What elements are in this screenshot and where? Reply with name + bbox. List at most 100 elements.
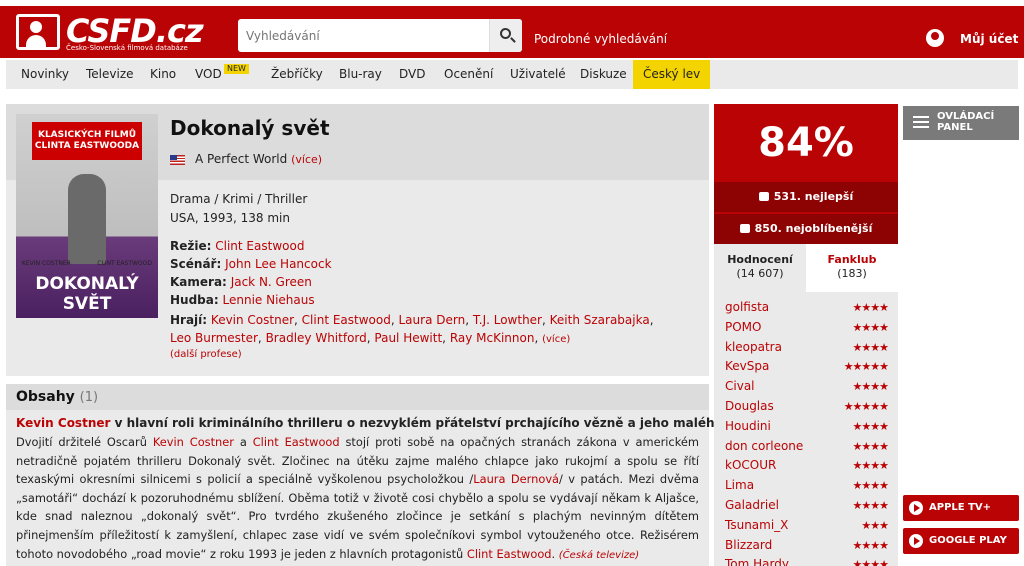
tab-ratings[interactable]: Hodnocení (14 607) [714, 244, 806, 292]
poster-banner: KLASICKÝCH FILMŮ CLINTA EASTWOODA [32, 122, 142, 160]
star-rating-icon: ★★★★ [852, 479, 889, 493]
screenwriter-link[interactable]: John Lee Hancock [225, 257, 331, 271]
nav-item-bluray[interactable]: Blu-ray [339, 60, 382, 89]
actors-line: Hrají: Kevin Costner, Clint Eastwood, La… [170, 313, 654, 345]
logo-subtitle: Česko-Slovenská filmová databáze [66, 44, 188, 52]
film-title: Dokonalý svět [170, 116, 330, 140]
tab-fanclub-count: (183) [837, 267, 867, 280]
google-play-label: GOOGLE PLAY [929, 535, 1007, 546]
actors-more-link[interactable]: (více) [542, 334, 570, 345]
plot-text-part: a [233, 435, 253, 449]
search-button[interactable] [489, 19, 522, 52]
nav-item-zebricky[interactable]: Žebříčky [271, 60, 323, 89]
user-rating-row: Tsunami_X ★★★ [714, 516, 898, 536]
thumbs-up-icon [739, 224, 750, 233]
plot-heading-text: Obsahy [16, 389, 75, 405]
user-rating-row: Douglas ★★★★★ [714, 397, 898, 417]
director-link[interactable]: Clint Eastwood [215, 239, 304, 253]
user-name-link[interactable]: KevSpa [725, 359, 769, 373]
tab-fanclub[interactable]: Fanklub (183) [806, 244, 898, 292]
rank-favorite-label: 850. nejoblíbenější [754, 222, 873, 235]
play-icon [909, 501, 923, 515]
alt-title-more-link[interactable]: (více) [291, 153, 322, 166]
cinematographer-link[interactable]: Jack N. Green [231, 275, 312, 289]
user-name-link[interactable]: golfista [725, 300, 769, 314]
user-name-link[interactable]: POMO [725, 320, 761, 334]
search-input[interactable] [238, 19, 488, 52]
user-name-link[interactable]: Cival [725, 379, 755, 393]
poster-title: DOKONALÝ SVĚT [35, 274, 139, 314]
nav-item-cesky-lev[interactable]: Český lev [633, 60, 711, 89]
user-rating-row: golfista ★★★★ [714, 298, 898, 318]
logo-icon [16, 14, 60, 50]
plot-person-link[interactable]: Clint Eastwood [253, 435, 340, 449]
nav-item-vod[interactable]: VOD [195, 60, 222, 89]
poster-actor-right: CLINT EASTWOOD [97, 260, 152, 267]
plot-heading: Obsahy (1) [16, 389, 98, 405]
rank-best-link[interactable]: 531. nejlepší [714, 182, 898, 212]
advanced-search-link[interactable]: Podrobné vyhledávání [534, 32, 667, 46]
star-rating-icon: ★★★ [861, 518, 889, 532]
film-info: KLASICKÝCH FILMŮ CLINTA EASTWOODA KEVIN … [6, 104, 709, 376]
plot-person-link[interactable]: Clint Eastwood [467, 547, 552, 561]
actor-link[interactable]: Kevin Costner [211, 313, 294, 327]
alt-title-text: A Perfect World [195, 152, 288, 166]
tab-ratings-count: (14 607) [736, 267, 784, 280]
actor-link[interactable]: Laura Dern [399, 313, 466, 327]
user-name-link[interactable]: kleopatra [725, 340, 782, 354]
screenplay-line: Scénář: John Lee Hancock [170, 257, 332, 271]
star-rating-icon: ★★★★ [852, 439, 889, 453]
actor-link[interactable]: Keith Szarabajka [550, 313, 650, 327]
actor-link[interactable]: Clint Eastwood [302, 313, 391, 327]
search-icon [500, 28, 511, 39]
play-icon [909, 534, 923, 548]
film-genres: Drama / Krimi / Thriller [170, 192, 308, 206]
nav-item-televize[interactable]: Televize [86, 60, 134, 89]
nav-item-dvd[interactable]: DVD [399, 60, 425, 89]
plot-lead-link[interactable]: Kevin Costner [16, 416, 110, 430]
user-name-link[interactable]: Lima [725, 478, 754, 492]
star-rating-icon: ★★★★ [852, 499, 889, 512]
nav-item-oceneni[interactable]: Ocenění [444, 60, 493, 89]
plot-header: Obsahy (1) [6, 384, 709, 410]
actor-link[interactable]: T.J. Lowther [473, 313, 542, 327]
user-name-link[interactable]: kOCOUR [725, 458, 776, 472]
plot-person-link[interactable]: Laura Dernová [473, 472, 559, 486]
site-logo[interactable]: CSFD.cz Česko-Slovenská filmová databáze [16, 12, 204, 54]
nav-item-novinky[interactable]: Novinky [21, 60, 69, 89]
music-line: Hudba: Lennie Niehaus [170, 293, 315, 307]
user-icon [926, 29, 944, 47]
plot-section: Obsahy (1) Kevin Costner v hlavní roli k… [6, 384, 783, 566]
rank-favorite-link[interactable]: 850. nejoblíbenější [714, 214, 898, 244]
plot-person-link[interactable]: Kevin Costner [153, 435, 234, 449]
film-poster[interactable]: KLASICKÝCH FILMŮ CLINTA EASTWOODA KEVIN … [16, 114, 158, 318]
nav-item-kino[interactable]: Kino [150, 60, 176, 89]
user-name-link[interactable]: Tsunami_X [725, 518, 788, 532]
nav-item-uzivatele[interactable]: Uživatelé [510, 60, 566, 89]
poster-actor-left: KEVIN COSTNER [22, 260, 71, 267]
user-rating-row: Galadriel ★★★★ [714, 496, 898, 516]
star-rating-icon: ★★★★ [852, 380, 889, 394]
star-rating-icon: ★★★★ [852, 419, 889, 433]
star-rating-icon: ★★★★ [852, 301, 889, 314]
nav-item-diskuze[interactable]: Diskuze [580, 60, 627, 89]
user-name-link[interactable]: Douglas [725, 399, 774, 413]
user-name-link[interactable]: Tom Hardy [725, 557, 789, 566]
rank-best-label: 531. nejlepší [773, 190, 854, 203]
apple-tv-button[interactable]: APPLE TV+ [903, 495, 1019, 521]
control-panel-button[interactable]: OVLÁDACÍ PANEL [903, 106, 1019, 140]
user-name-link[interactable]: Galadriel [725, 498, 779, 512]
actor-link[interactable]: Ray McKinnon [450, 331, 535, 345]
star-rating-icon: ★★★★ [852, 459, 889, 473]
user-name-link[interactable]: Blizzard [725, 538, 772, 552]
actor-link[interactable]: Paul Hewitt [374, 331, 442, 345]
google-play-button[interactable]: GOOGLE PLAY [903, 528, 1019, 554]
more-professions-link[interactable]: (další profese) [170, 349, 242, 360]
actor-link[interactable]: Leo Burmester [170, 331, 258, 345]
user-name-link[interactable]: Houdini [725, 419, 771, 433]
actor-link[interactable]: Bradley Whitford [266, 331, 367, 345]
user-rating-row: don corleone ★★★★ [714, 437, 898, 457]
user-name-link[interactable]: don corleone [725, 439, 803, 453]
tab-ratings-label: Hodnocení [727, 253, 793, 266]
composer-link[interactable]: Lennie Niehaus [223, 293, 315, 307]
